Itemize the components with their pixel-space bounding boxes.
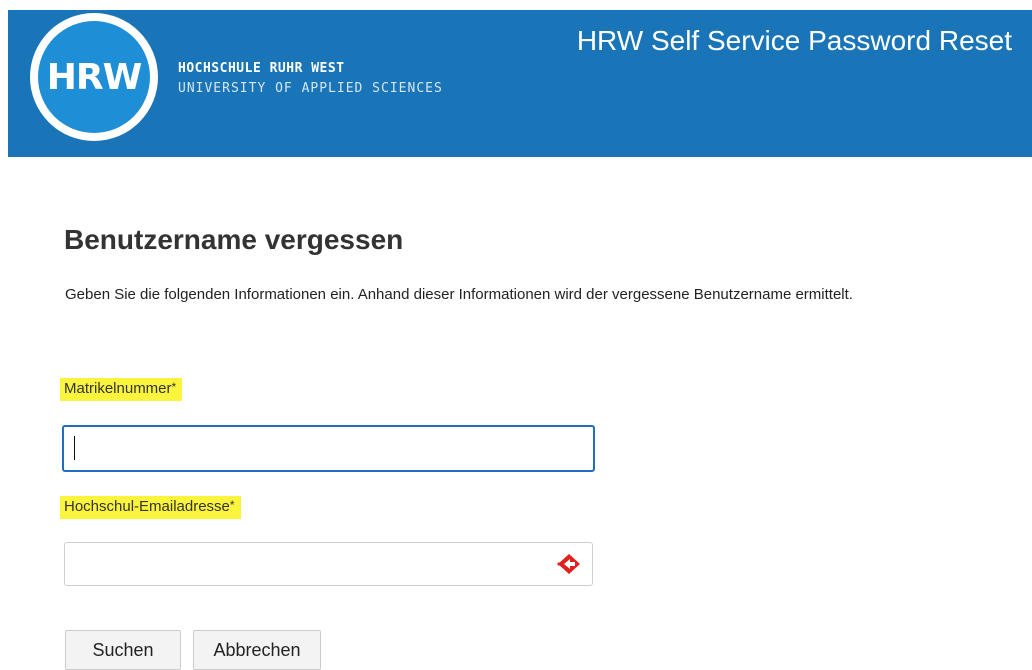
- matrikel-label: Matrikelnummer*: [60, 378, 183, 401]
- university-subtitle: UNIVERSITY OF APPLIED SCIENCES: [178, 81, 443, 96]
- hrw-logo-text: HRW: [38, 21, 150, 133]
- cancel-button[interactable]: Abbrechen: [193, 630, 321, 670]
- autofill-icon[interactable]: [556, 553, 582, 575]
- intro-text: Geben Sie die folgenden Informationen ei…: [65, 286, 853, 303]
- hrw-logo: HRW: [30, 13, 158, 141]
- site-header: HRW HOCHSCHULE RUHR WEST UNIVERSITY OF A…: [8, 10, 1032, 157]
- text-caret: [74, 436, 75, 460]
- search-button[interactable]: Suchen: [65, 630, 181, 670]
- matrikel-label-text: Matrikelnummer: [64, 380, 172, 397]
- required-marker: *: [229, 498, 235, 512]
- required-marker: *: [171, 380, 177, 394]
- email-label-text: Hochschul-Emailadresse: [64, 498, 230, 515]
- app-title: HRW Self Service Password Reset: [576, 25, 1012, 56]
- email-label: Hochschul-Emailadresse*: [60, 496, 241, 519]
- email-input[interactable]: [64, 542, 593, 586]
- matrikel-input[interactable]: [62, 425, 595, 472]
- page-title: Benutzername vergessen: [64, 224, 404, 255]
- university-name: HOCHSCHULE RUHR WEST: [178, 61, 345, 76]
